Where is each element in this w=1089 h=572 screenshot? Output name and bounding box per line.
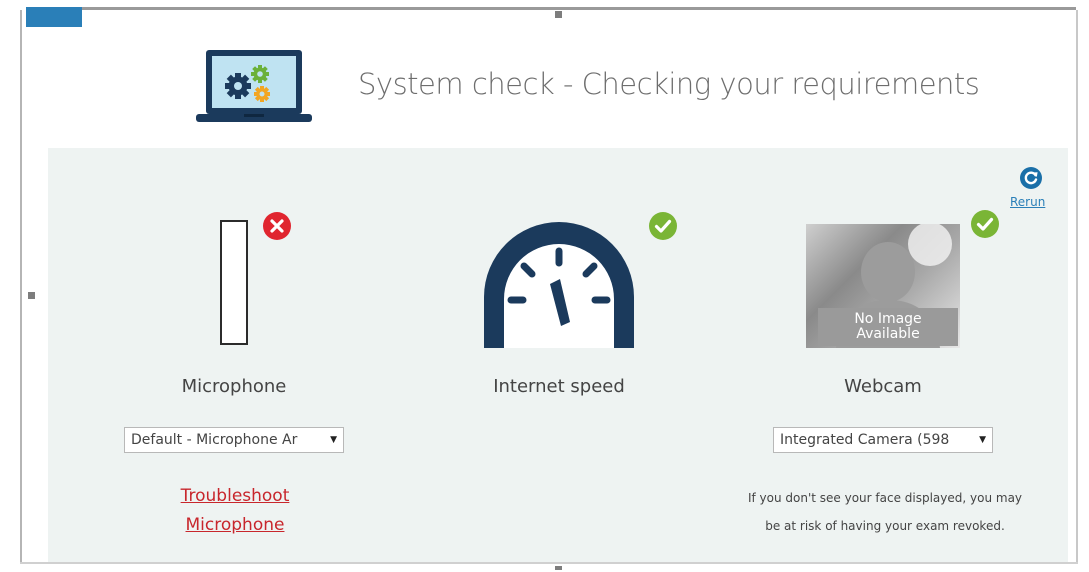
webcam-select-value: Integrated Camera (598 xyxy=(780,432,950,448)
no-image-label: No Image Available xyxy=(818,308,958,346)
check-icon xyxy=(971,210,999,238)
caret-down-icon: ▼ xyxy=(979,435,986,445)
troubleshoot-line-1: Troubleshoot xyxy=(180,486,290,506)
resize-handle-bottom[interactable] xyxy=(555,566,562,570)
caret-down-icon: ▼ xyxy=(330,435,337,445)
troubleshoot-microphone-link[interactable]: Troubleshoot Microphone xyxy=(120,482,350,540)
webcam-label: Webcam xyxy=(844,376,922,397)
system-check-window: System check - Checking your requirement… xyxy=(0,0,1089,572)
webcam-select[interactable]: Integrated Camera (598 ▼ xyxy=(773,427,993,453)
microphone-level-meter xyxy=(220,220,248,345)
no-image-line-2: Available xyxy=(856,326,920,342)
window-top-border xyxy=(26,7,1076,10)
resize-handle-top[interactable] xyxy=(555,11,562,18)
window-right-border xyxy=(1076,10,1078,562)
no-image-line-1: No Image xyxy=(854,311,922,327)
webcam-note-line-1: If you don't see your face displayed, yo… xyxy=(747,491,1023,505)
speedometer-icon xyxy=(484,222,634,348)
internet-speed-label: Internet speed xyxy=(493,376,625,397)
page-title: System check - Checking your requirement… xyxy=(358,67,980,101)
troubleshoot-line-2: Microphone xyxy=(185,515,285,535)
microphone-select-value: Default - Microphone Ar xyxy=(131,432,298,448)
webcam-preview: No Image Available xyxy=(806,224,960,348)
microphone-label: Microphone xyxy=(181,376,287,397)
window-bottom-border xyxy=(20,562,1078,564)
check-icon xyxy=(649,212,677,240)
refresh-icon[interactable] xyxy=(1019,166,1043,190)
rerun-link[interactable]: Rerun xyxy=(1010,195,1045,209)
error-x-icon xyxy=(263,212,291,240)
window-left-border xyxy=(20,10,22,562)
webcam-note-line-2: be at risk of having your exam revoked. xyxy=(765,519,1005,533)
resize-handle-left[interactable] xyxy=(28,292,35,299)
window-accent-tab xyxy=(26,7,82,27)
microphone-select[interactable]: Default - Microphone Ar ▼ xyxy=(124,427,344,453)
laptop-gears-icon xyxy=(196,50,312,122)
webcam-warning-note: If you don't see your face displayed, yo… xyxy=(720,484,1050,540)
